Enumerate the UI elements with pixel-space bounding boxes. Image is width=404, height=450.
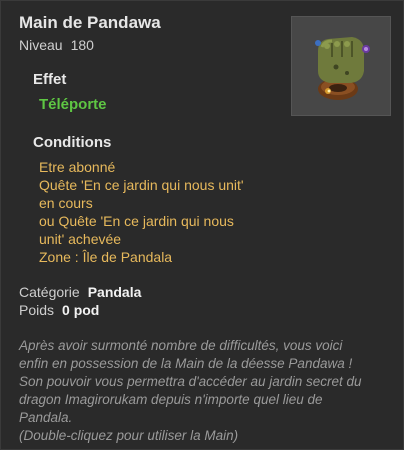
weight-label: Poids [19,302,55,318]
weight-value: 0 pod [62,302,100,318]
item-name: Main de Pandawa [19,13,161,32]
condition-line: Zone : Île de Pandala [39,249,173,265]
description-line: Après avoir surmonté nombre de difficult… [19,338,343,353]
pandawa-hand-icon [315,37,370,100]
condition-line: en cours [39,195,93,211]
description-line: enfin en possession de la Main de la dée… [19,356,353,371]
condition-line: ou Quête 'En ce jardin qui nous [39,213,234,229]
effect-text: Téléporte [39,96,107,113]
description-line: (Double-cliquez pour utiliser la Main) [19,428,239,443]
level-value: 180 [70,37,94,53]
item-image-frame [291,16,391,116]
condition-line: Quête 'En ce jardin qui nous unit' [39,177,244,193]
item-tooltip: Main de Pandawa Niveau 180 Effet Télépor… [0,0,404,450]
category-row: Catégorie Pandala [19,284,141,300]
conditions-list: Etre abonné Quête 'En ce jardin qui nous… [39,158,289,266]
condition-line: Etre abonné [39,159,116,175]
weight-row: Poids 0 pod [19,302,99,318]
description-line: Son pouvoir vous permettra d'accéder au … [19,374,362,389]
condition-line: unit' achevée [39,231,122,247]
item-description: Après avoir surmonté nombre de difficult… [19,337,395,445]
effect-heading: Effet [33,71,67,88]
description-line: Pandala. [19,410,73,425]
category-value: Pandala [87,284,142,300]
conditions-heading: Conditions [33,134,112,151]
category-label: Catégorie [19,284,80,300]
description-line: dragon Imagirorukam depuis n'importe que… [19,392,323,407]
item-level: Niveau 180 [19,37,94,53]
level-label: Niveau [19,37,63,53]
